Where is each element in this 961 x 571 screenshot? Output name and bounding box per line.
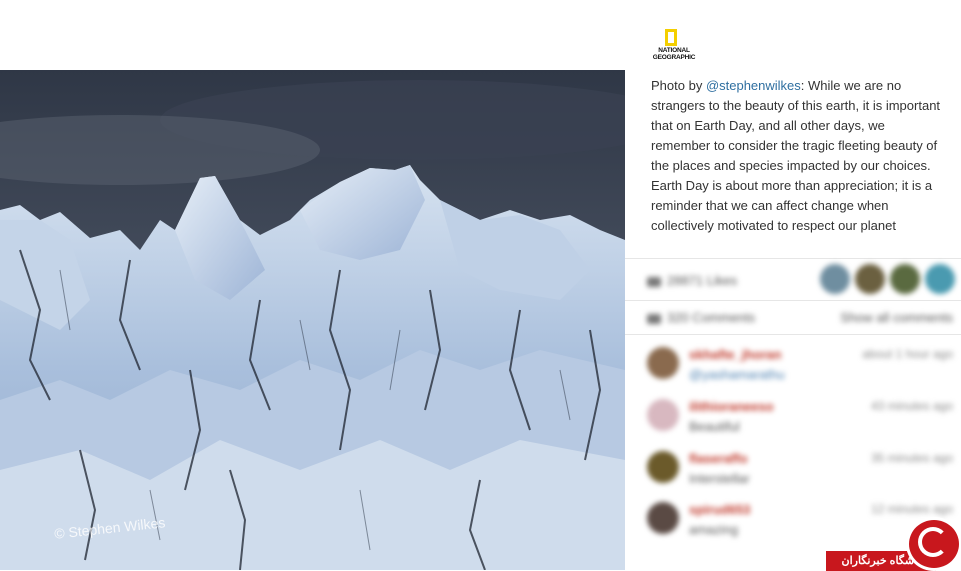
comment-text: amazing [689, 522, 739, 537]
show-all-comments-link[interactable]: Show all comments [840, 310, 953, 325]
national-geographic-logo[interactable]: NATIONAL GEOGRAPHIC [652, 29, 696, 63]
likers-avatars [815, 264, 955, 299]
list-item: ilithioraneeso Beautiful 43 minutes ago [647, 399, 957, 443]
comment-time: 35 minutes ago [870, 451, 953, 465]
glacier-image [0, 70, 625, 570]
comment-icon [647, 313, 661, 324]
list-item: skhafte_jhoran @yashamarathu about 1 hou… [647, 347, 957, 391]
avatar[interactable] [647, 451, 679, 483]
avatar[interactable] [647, 347, 679, 379]
avatar[interactable] [647, 399, 679, 431]
list-item: flaseraffo Interstellar 35 minutes ago [647, 451, 957, 495]
comment-text: @yashamarathu [689, 367, 785, 382]
watermark-logo-icon [906, 517, 961, 571]
comment-username[interactable]: ilithioraneeso [689, 399, 774, 414]
divider [625, 300, 961, 301]
comment-time: 12 minutes ago [870, 502, 953, 516]
comment-username[interactable]: flaseraffo [689, 451, 748, 466]
comment-username[interactable]: skhafte_jhoran [689, 347, 781, 362]
divider [625, 334, 961, 335]
comment-time: 43 minutes ago [870, 399, 953, 413]
comment-text: Beautiful [689, 419, 740, 434]
author-handle-link[interactable]: @stephenwilkes [706, 78, 801, 93]
logo-wordmark: NATIONAL GEOGRAPHIC [652, 47, 696, 61]
post-caption: Photo by @stephenwilkes: While we are no… [651, 78, 941, 233]
avatar[interactable] [647, 502, 679, 534]
comment-username[interactable]: spirud653 [689, 502, 750, 517]
avatar[interactable] [925, 264, 955, 294]
comment-text: Interstellar [689, 471, 750, 486]
avatar[interactable] [855, 264, 885, 294]
comments-count: 320 Comments Show all comments [647, 310, 957, 325]
comment-time: about 1 hour ago [862, 347, 953, 361]
avatar[interactable] [820, 264, 850, 294]
yellow-border-icon [665, 29, 677, 46]
divider [625, 258, 961, 259]
heart-icon [647, 276, 661, 287]
post-sidebar: NATIONAL GEOGRAPHIC Photo by @stephenwil… [625, 0, 961, 571]
avatar[interactable] [890, 264, 920, 294]
post-photo[interactable]: © Stephen Wilkes [0, 70, 625, 570]
